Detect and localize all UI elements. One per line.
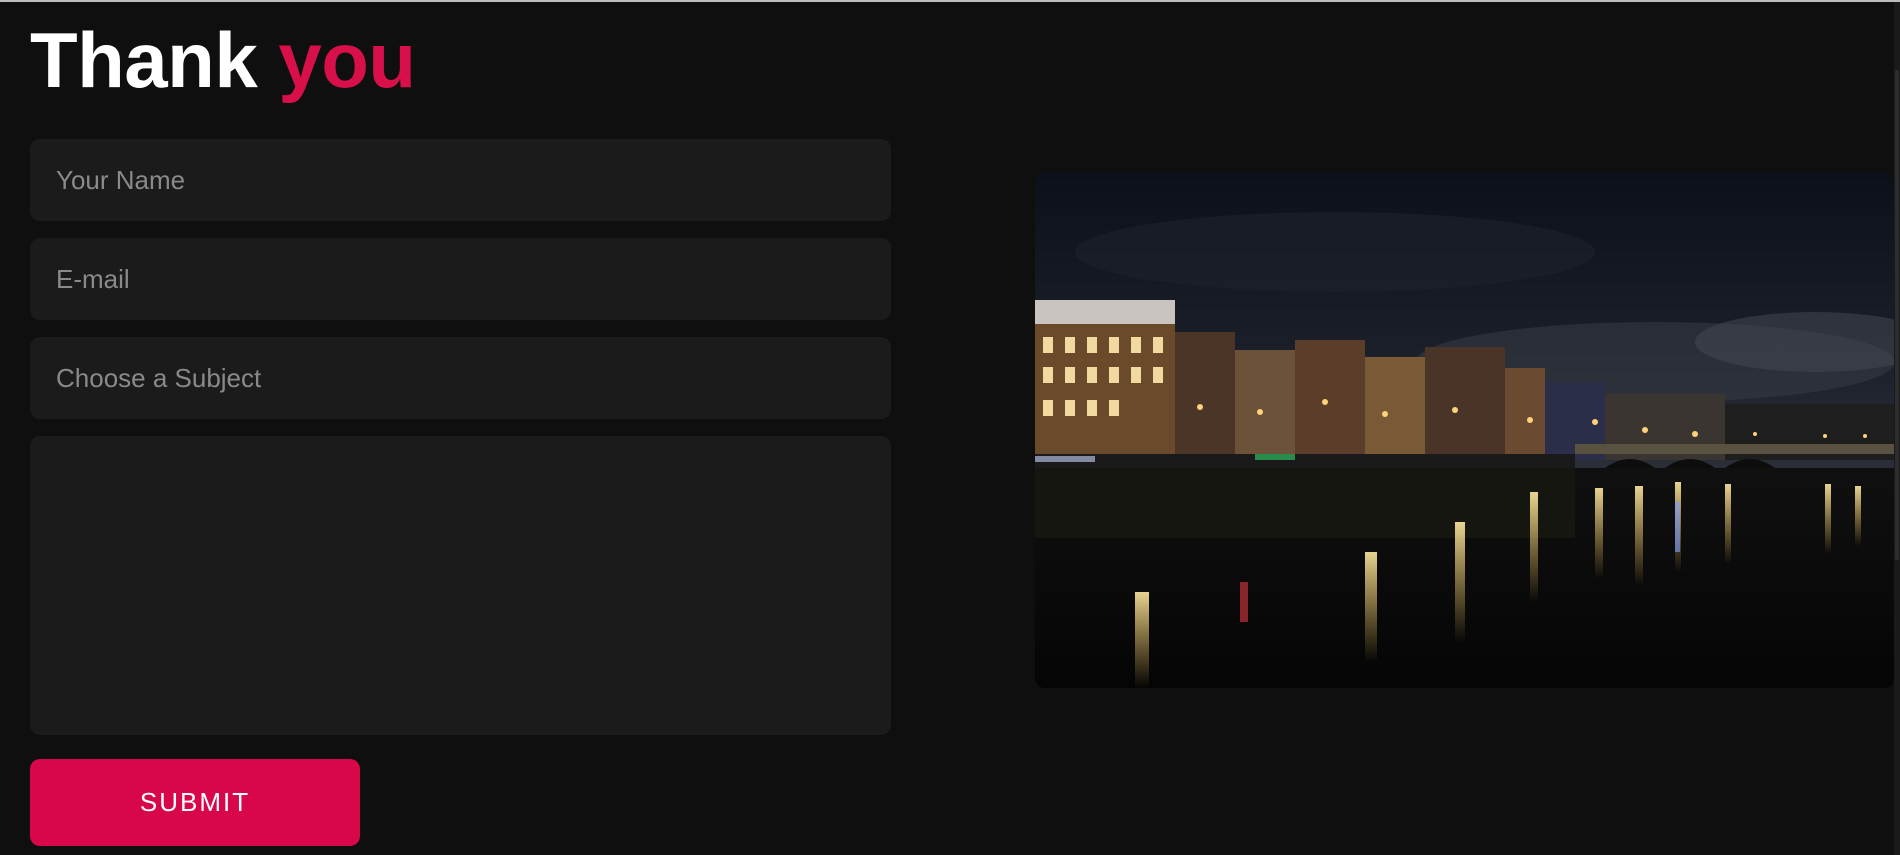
title-word-thank: Thank	[30, 16, 258, 104]
email-input[interactable]	[30, 238, 891, 320]
page-title: Thank you	[30, 18, 416, 102]
name-input[interactable]	[30, 139, 891, 221]
scrollbar-thumb[interactable]	[1895, 70, 1899, 560]
title-word-you: you	[278, 16, 416, 104]
message-textarea[interactable]	[30, 436, 891, 735]
window-top-border	[0, 0, 1900, 2]
subject-input[interactable]	[30, 337, 891, 419]
submit-button[interactable]: SUBMIT	[30, 759, 360, 846]
page-scrollbar[interactable]	[1894, 2, 1900, 855]
city-night-river-photo	[1035, 172, 1894, 688]
